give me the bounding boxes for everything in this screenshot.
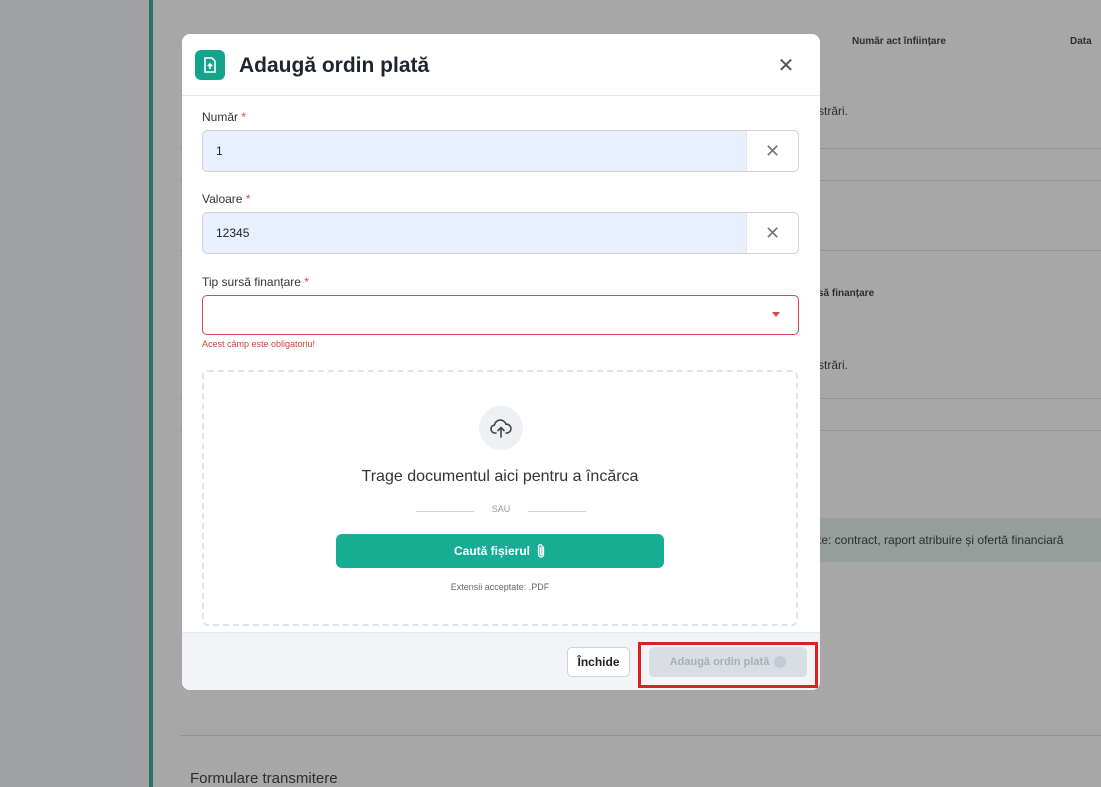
file-dropzone[interactable]: Trage documentul aici pentru a încărca S… xyxy=(202,370,798,626)
modal-header: Adaugă ordin plată ✕ xyxy=(182,34,820,96)
separator-line xyxy=(528,511,586,512)
plus-circle-icon xyxy=(774,656,787,668)
dropzone-title: Trage documentul aici pentru a încărca xyxy=(361,468,639,485)
document-upload-icon xyxy=(195,50,225,80)
paperclip-icon xyxy=(537,544,545,558)
modal-title: Adaugă ordin plată xyxy=(239,54,430,77)
validation-error: Acest câmp este obligatoriu! xyxy=(202,339,316,349)
numar-field[interactable]: 1 ✕ xyxy=(202,130,799,172)
clear-icon[interactable]: ✕ xyxy=(746,131,798,171)
close-icon[interactable]: ✕ xyxy=(775,54,797,77)
or-text: SAU xyxy=(491,504,511,514)
add-payment-order-modal: Adaugă ordin plată ✕ Număr * 1 ✕ Valoare… xyxy=(182,34,820,690)
close-button[interactable]: Închide xyxy=(567,647,630,677)
clear-icon[interactable]: ✕ xyxy=(746,213,798,253)
cloud-upload-icon xyxy=(479,406,523,450)
modal-footer: Închide Adaugă ordin plată xyxy=(182,632,820,690)
tip-sursa-select[interactable] xyxy=(202,295,799,335)
tip-sursa-label: Tip sursă finanțare * xyxy=(202,275,309,289)
numar-label: Număr * xyxy=(202,110,247,124)
or-separator: SAU xyxy=(416,504,586,518)
caret-down-icon xyxy=(772,312,780,317)
add-payment-order-label: Adaugă ordin plată xyxy=(669,656,770,668)
browse-file-label: Caută fișierul xyxy=(453,544,531,558)
add-payment-order-button[interactable]: Adaugă ordin plată xyxy=(649,647,807,677)
valoare-label: Valoare * xyxy=(202,192,251,206)
valoare-value: 12345 xyxy=(216,226,250,240)
valoare-field[interactable]: 12345 ✕ xyxy=(202,212,799,254)
accepted-extensions: Extensii acceptate: .PDF xyxy=(450,582,550,592)
numar-value: 1 xyxy=(216,144,223,158)
browse-file-button[interactable]: Caută fișierul xyxy=(336,534,664,568)
